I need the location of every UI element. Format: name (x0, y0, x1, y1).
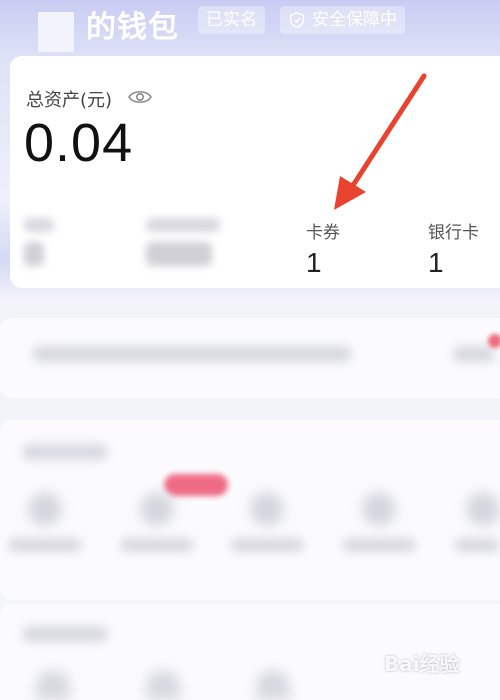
shield-icon (289, 12, 305, 28)
watermark: Bai经验 (384, 652, 460, 676)
service-label (342, 538, 416, 552)
services-heading-2 (22, 626, 108, 642)
stat-balance[interactable] (24, 218, 54, 266)
service-item-5[interactable] (446, 486, 500, 566)
stat-coupons-label: 卡券 (306, 223, 340, 243)
service-item-4[interactable] (334, 486, 424, 566)
service-item-1[interactable] (0, 486, 90, 566)
service-icon (28, 492, 62, 526)
page-title: 的钱包 (86, 10, 179, 45)
total-assets-label: 总资产(元) (26, 90, 113, 111)
service-item-3[interactable] (222, 486, 312, 566)
service-icon[interactable] (256, 670, 290, 700)
service-icon (362, 492, 396, 526)
security-badge-label: 安全保障中 (312, 10, 397, 30)
stat-yuebao-label (146, 218, 220, 232)
promo-banner-link[interactable] (454, 346, 494, 362)
service-label (230, 538, 304, 552)
service-icon (140, 492, 174, 526)
services-heading (22, 444, 108, 460)
service-icon[interactable] (36, 670, 70, 700)
verified-badge[interactable]: 已实名 (198, 6, 265, 34)
service-label (120, 538, 194, 552)
stat-bank-cards-value: 1 (428, 247, 444, 278)
stat-bank-cards-label: 银行卡 (428, 223, 479, 243)
verified-badge-label: 已实名 (206, 10, 257, 30)
eye-icon[interactable] (128, 88, 152, 106)
stat-coupons-value: 1 (306, 247, 322, 278)
service-label (454, 538, 500, 552)
stat-bank-cards[interactable]: 银行卡 1 (428, 218, 479, 279)
security-badge[interactable]: 安全保障中 (280, 6, 405, 34)
stat-balance-label (24, 218, 54, 232)
avatar-placeholder (38, 12, 74, 52)
service-item-2[interactable] (112, 486, 202, 566)
stat-yuebao[interactable] (146, 218, 220, 266)
stat-yuebao-value (146, 242, 212, 266)
service-icon[interactable] (146, 670, 180, 700)
wallet-header: 的钱包 已实名 安全保障中 (0, 0, 500, 52)
promo-dot (488, 334, 500, 348)
service-icon (466, 492, 500, 526)
stat-balance-value (24, 242, 44, 266)
service-icon (250, 492, 284, 526)
promo-banner-text (32, 346, 352, 362)
service-label (8, 538, 82, 552)
total-assets-value: 0.04 (24, 113, 134, 173)
stat-coupons[interactable]: 卡券 1 (306, 218, 340, 279)
